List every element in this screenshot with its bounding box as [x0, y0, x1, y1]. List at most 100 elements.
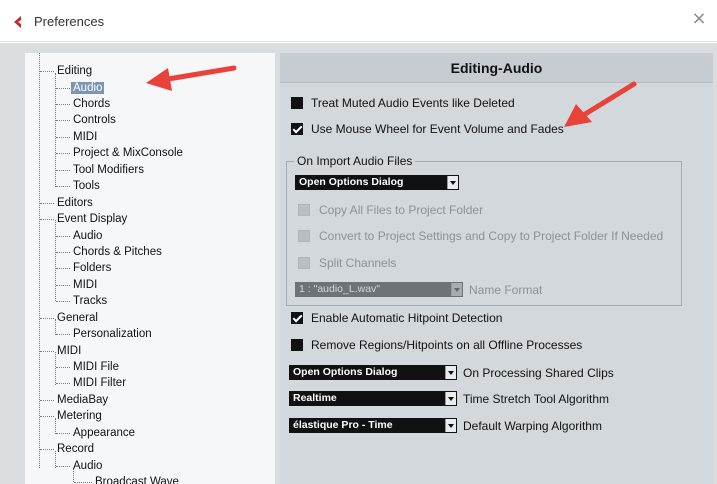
tree-item[interactable]: Editors [55, 195, 95, 211]
hitpoint-detection-label[interactable]: Enable Automatic Hitpoint Detection [311, 311, 502, 325]
mouse-wheel-label[interactable]: Use Mouse Wheel for Event Volume and Fad… [311, 122, 564, 136]
title-bar: Preferences × [0, 0, 717, 42]
tree-item-label: Audio [73, 230, 103, 242]
tree-item[interactable]: MIDI [71, 129, 99, 145]
tree-guide [40, 449, 54, 450]
mouse-wheel-checkbox[interactable] [291, 123, 303, 135]
tree-item[interactable]: Chords & Pitches [71, 244, 164, 260]
tree-guide [56, 466, 70, 467]
tree-item[interactable]: Folders [71, 260, 113, 276]
tree-item[interactable]: Audio [71, 458, 104, 474]
time-stretch-value: Realtime [293, 392, 337, 404]
tree-item-label: Personalization [73, 328, 152, 340]
tree-guide [56, 153, 70, 154]
tree-item[interactable]: Audio [71, 80, 105, 96]
shared-clips-value: Open Options Dialog [293, 366, 398, 378]
remove-regions-checkbox[interactable] [291, 339, 303, 351]
name-format-value: 1 : "audio_L.wav" [299, 283, 381, 295]
shared-clips-label: On Processing Shared Clips [463, 366, 614, 380]
tree-item-label: MIDI [73, 279, 98, 291]
preferences-tree[interactable]: Editing Audio Chords Controls MIDI Project & … [25, 53, 275, 484]
split-channels-checkbox[interactable] [298, 257, 310, 269]
copy-files-label[interactable]: Copy All Files to Project Folder [319, 203, 483, 217]
tree-item-label: Audio [71, 82, 105, 94]
tree-guide [39, 53, 40, 468]
tree-item-label: Controls [73, 114, 116, 126]
tree-item[interactable]: Appearance [71, 425, 137, 441]
tree-item-label: Appearance [73, 427, 136, 439]
copy-files-checkbox[interactable] [298, 204, 310, 216]
tree-item[interactable]: Tool Modifiers [71, 162, 146, 178]
tree-item[interactable]: Editing [55, 63, 94, 79]
tree-guide [40, 219, 54, 220]
tree-item[interactable]: General [55, 310, 100, 326]
tree-guide [56, 120, 70, 121]
tree-item[interactable]: Broadcast Wave [93, 474, 181, 484]
tree-item-label: Editors [57, 197, 93, 209]
split-channels-label[interactable]: Split Channels [319, 256, 396, 270]
tree-guide [56, 433, 70, 434]
name-format-dropdown[interactable]: 1 : "audio_L.wav" [295, 282, 463, 297]
tree-item[interactable]: Event Display [55, 211, 129, 227]
convert-checkbox[interactable] [298, 230, 310, 242]
tree-item-label: Chords [73, 98, 111, 110]
tree-item[interactable]: MIDI [55, 343, 83, 359]
tree-item-label: MIDI File [73, 361, 119, 373]
chevron-down-icon[interactable] [447, 176, 458, 189]
tree-item[interactable]: Project & MixConsole [71, 145, 185, 161]
tree-item-label: General [57, 312, 98, 324]
tree-item-label: Audio [73, 460, 103, 472]
tree-guide [56, 285, 70, 286]
import-options-dropdown[interactable]: Open Options Dialog [295, 175, 459, 190]
tree-item[interactable]: Controls [71, 112, 118, 128]
close-button[interactable]: × [689, 10, 709, 30]
tree-item[interactable]: MIDI Filter [71, 375, 128, 391]
tree-guide [40, 71, 54, 72]
chevron-down-icon[interactable] [451, 283, 462, 296]
tree-guide [56, 252, 70, 253]
tree-item[interactable]: Audio [71, 228, 104, 244]
tree-guide [40, 203, 54, 204]
time-stretch-dropdown[interactable]: Realtime [289, 391, 457, 406]
hitpoint-detection-checkbox[interactable] [291, 312, 303, 324]
tree-item-label: MIDI [73, 131, 98, 143]
shared-clips-dropdown[interactable]: Open Options Dialog [289, 365, 457, 380]
chevron-down-icon[interactable] [445, 366, 456, 379]
tree-guide [40, 318, 54, 319]
tree-guide [74, 482, 92, 483]
tree-item[interactable]: Chords [71, 96, 112, 112]
tree-guide [56, 186, 70, 187]
tree-guide [56, 268, 70, 269]
settings-panel: Editing-Audio Treat Muted Audio Events l… [280, 53, 713, 484]
import-audio-group-title: On Import Audio Files [294, 154, 416, 168]
tree-guide [56, 367, 70, 368]
tree-guide [55, 220, 56, 301]
tree-item-label: MediaBay [57, 394, 109, 406]
remove-regions-label[interactable]: Remove Regions/Hitpoints on all Offline … [311, 338, 582, 352]
tree-guide [56, 137, 70, 138]
tree-item[interactable]: MIDI File [71, 359, 121, 375]
tree-item-label: Chords & Pitches [73, 246, 162, 258]
treat-muted-checkbox[interactable] [291, 97, 303, 109]
warping-dropdown[interactable]: élastique Pro - Time [289, 418, 457, 433]
tree-item-label: Metering [57, 410, 102, 422]
tree-item-label: Tracks [73, 295, 108, 307]
tree-item[interactable]: MediaBay [55, 392, 110, 408]
tree-guide [56, 88, 70, 89]
chevron-down-icon[interactable] [445, 392, 456, 405]
tree-item[interactable]: Metering [55, 408, 104, 424]
tree-guide [56, 170, 70, 171]
tree-item[interactable]: Tools [71, 178, 102, 194]
tree-item-label: Tool Modifiers [73, 164, 144, 176]
tree-item[interactable]: MIDI [71, 277, 99, 293]
chevron-down-icon[interactable] [445, 419, 456, 432]
treat-muted-label[interactable]: Treat Muted Audio Events like Deleted [311, 96, 515, 110]
convert-label[interactable]: Convert to Project Settings and Copy to … [319, 229, 663, 243]
tree-item[interactable]: Tracks [71, 293, 109, 309]
tree-guide [56, 301, 70, 302]
time-stretch-label: Time Stretch Tool Algorithm [463, 392, 610, 406]
tree-item[interactable]: Personalization [71, 326, 154, 342]
cubase-logo-icon [14, 16, 21, 28]
tree-item[interactable]: Record [55, 441, 96, 457]
tree-item-label: Tools [73, 180, 100, 192]
